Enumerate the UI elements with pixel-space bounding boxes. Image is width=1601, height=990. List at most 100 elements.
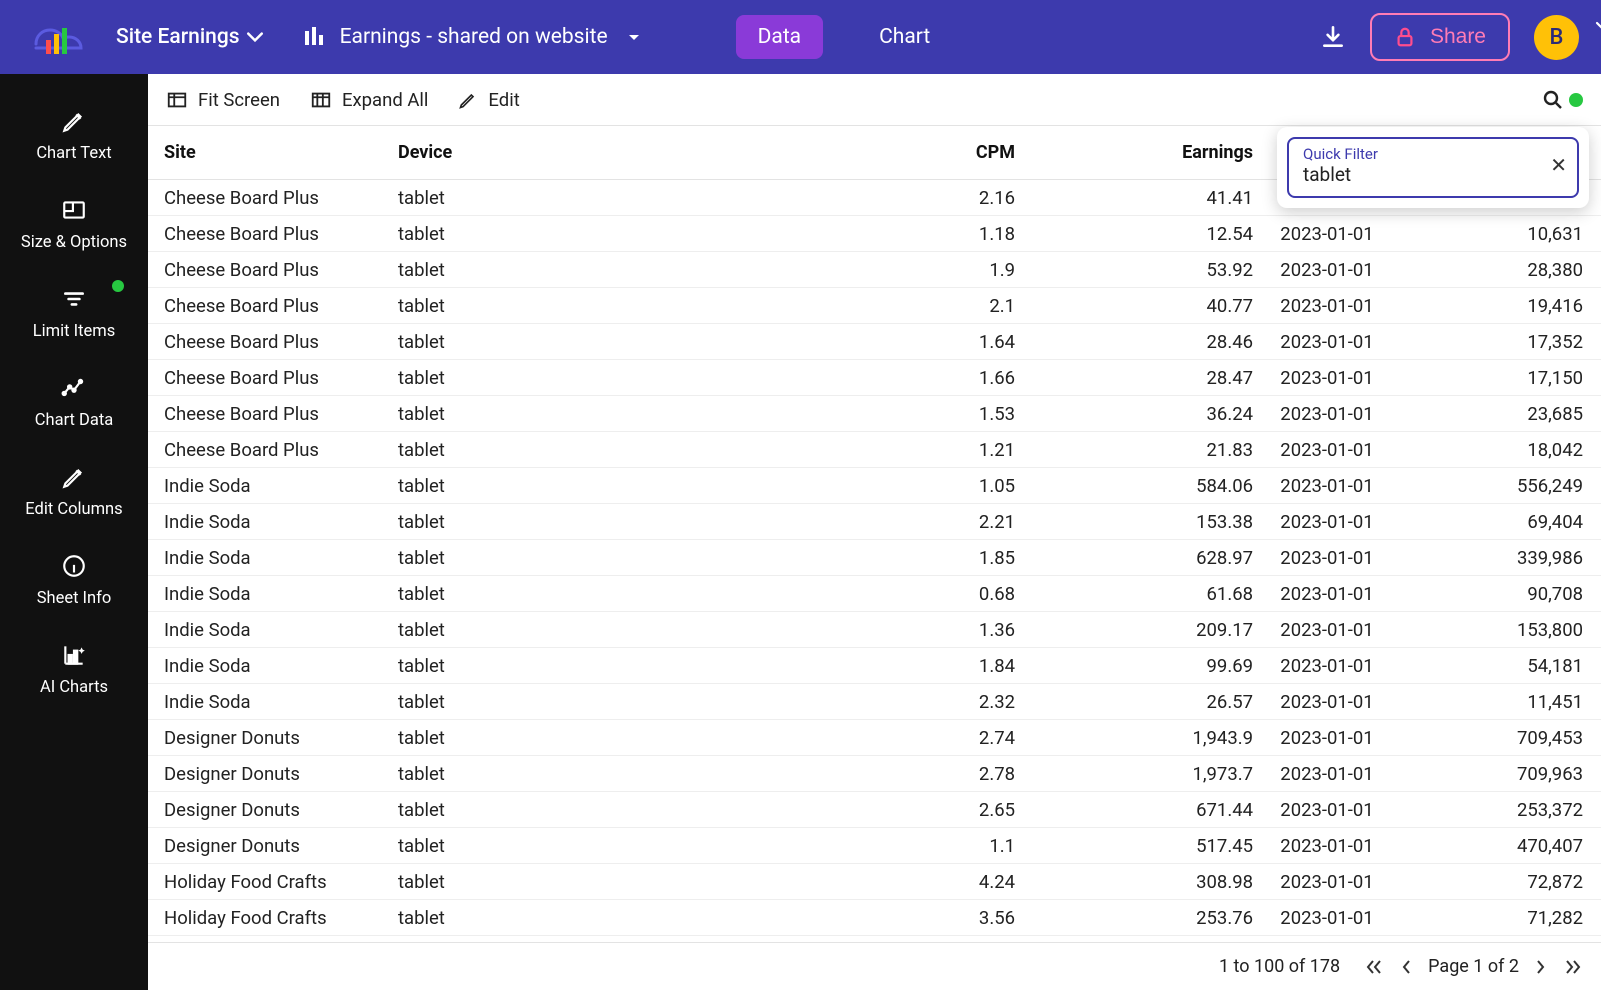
page-last-button[interactable] (1563, 957, 1583, 977)
cell-last: 339,986 (1401, 547, 1583, 569)
cell-earnings: 41.41 (1015, 187, 1253, 209)
table-row[interactable]: Cheese Board Plustablet1.6428.462023-01-… (148, 324, 1601, 360)
cell-date: 2023-01-01 (1253, 619, 1401, 641)
search-toggle[interactable] (1541, 88, 1583, 112)
table-fit-icon (166, 89, 188, 111)
table-row[interactable]: Designer Donutstablet2.781,973.72023-01-… (148, 756, 1601, 792)
pager-page: Page 1 of 2 (1428, 956, 1519, 977)
cell-date: 2023-01-01 (1253, 475, 1401, 497)
close-icon[interactable]: ✕ (1550, 153, 1567, 177)
pencil-icon (61, 106, 87, 136)
source-dropdown-label: Earnings - shared on website (340, 25, 608, 49)
cell-earnings: 308.98 (1015, 871, 1253, 893)
cell-date: 2023-01-01 (1253, 403, 1401, 425)
table-expand-icon (310, 89, 332, 111)
cell-date: 2023-01-01 (1253, 367, 1401, 389)
cell-device: tablet (398, 511, 732, 533)
fit-screen-label: Fit Screen (198, 89, 280, 111)
sidebar-item-label: Chart Data (35, 411, 113, 430)
quick-filter-panel: Quick Filter ✕ (1277, 127, 1589, 208)
pager-range: 1 to 100 of 178 (1219, 956, 1340, 977)
table-row[interactable]: Cheese Board Plustablet1.1812.542023-01-… (148, 216, 1601, 252)
edit-label: Edit (488, 89, 519, 111)
table-row[interactable]: Cheese Board Plustablet1.2121.832023-01-… (148, 432, 1601, 468)
tab-chart[interactable]: Chart (857, 15, 952, 59)
app-logo[interactable] (28, 16, 84, 58)
sidebar-item-chart-text[interactable]: Chart Text (0, 92, 148, 181)
cell-cpm: 1.05 (732, 475, 1015, 497)
cell-last: 17,352 (1401, 331, 1583, 353)
expand-all-label: Expand All (342, 89, 428, 111)
cell-earnings: 253.76 (1015, 907, 1253, 929)
table-row[interactable]: Indie Sodatablet2.3226.572023-01-0111,45… (148, 684, 1601, 720)
sidebar-item-limit-items[interactable]: Limit Items (0, 270, 148, 359)
cell-site: Indie Soda (164, 583, 398, 605)
chart-line-icon (60, 373, 88, 403)
cell-cpm: 1.64 (732, 331, 1015, 353)
sidebar-item-edit-columns[interactable]: Edit Columns (0, 448, 148, 537)
cell-date: 2023-01-01 (1253, 511, 1401, 533)
column-header-earnings[interactable]: Earnings (1015, 142, 1253, 163)
table-row[interactable]: Cheese Board Plustablet2.140.772023-01-0… (148, 288, 1601, 324)
site-dropdown-label: Site Earnings (116, 25, 240, 49)
tab-data[interactable]: Data (736, 15, 824, 59)
table-row[interactable]: Designer Donutstablet1.1517.452023-01-01… (148, 828, 1601, 864)
cell-site: Cheese Board Plus (164, 367, 398, 389)
table-row[interactable]: Cheese Board Plustablet1.5336.242023-01-… (148, 396, 1601, 432)
cell-device: tablet (398, 187, 732, 209)
cell-last: 71,282 (1401, 907, 1583, 929)
cell-last: 19,416 (1401, 295, 1583, 317)
table-row[interactable]: Holiday Food Craftstablet4.24308.982023-… (148, 864, 1601, 900)
cell-cpm: 2.78 (732, 763, 1015, 785)
pencil-icon (61, 462, 87, 492)
share-button[interactable]: Share (1370, 13, 1510, 61)
cell-site: Cheese Board Plus (164, 295, 398, 317)
download-icon[interactable] (1320, 24, 1346, 50)
table-row[interactable]: Cheese Board Plustablet1.6628.472023-01-… (148, 360, 1601, 396)
sidebar-item-ai-charts[interactable]: AI Charts (0, 626, 148, 715)
sidebar-item-sheet-info[interactable]: Sheet Info (0, 537, 148, 626)
cell-cpm: 1.9 (732, 259, 1015, 281)
cell-site: Cheese Board Plus (164, 259, 398, 281)
table-row[interactable]: Designer Donutstablet2.65671.442023-01-0… (148, 792, 1601, 828)
site-dropdown[interactable]: Site Earnings (116, 25, 264, 49)
logo-chevron-icon (1595, 18, 1601, 34)
column-header-device[interactable]: Device (398, 142, 732, 163)
page-next-button[interactable] (1533, 957, 1549, 977)
table-row[interactable]: Indie Sodatablet0.6861.682023-01-0190,70… (148, 576, 1601, 612)
expand-all-button[interactable]: Expand All (310, 89, 428, 111)
quick-filter-input[interactable] (1303, 163, 1533, 186)
column-header-cpm[interactable]: CPM (732, 142, 1015, 163)
cell-device: tablet (398, 547, 732, 569)
cell-cpm: 2.16 (732, 187, 1015, 209)
cell-date: 2023-01-01 (1253, 763, 1401, 785)
sidebar-item-chart-data[interactable]: Chart Data (0, 359, 148, 448)
cell-last: 11,451 (1401, 691, 1583, 713)
cell-site: Holiday Food Crafts (164, 907, 398, 929)
table-row[interactable]: Holiday Food Craftstablet3.56253.762023-… (148, 900, 1601, 936)
cell-cpm: 2.21 (732, 511, 1015, 533)
fit-screen-button[interactable]: Fit Screen (166, 89, 280, 111)
cell-cpm: 0.68 (732, 583, 1015, 605)
table-row[interactable]: Indie Sodatablet1.85628.972023-01-01339,… (148, 540, 1601, 576)
page-prev-button[interactable] (1398, 957, 1414, 977)
page-first-button[interactable] (1364, 957, 1384, 977)
table-row[interactable]: Cheese Board Plustablet1.953.922023-01-0… (148, 252, 1601, 288)
cell-last: 10,631 (1401, 223, 1583, 245)
cell-last: 470,407 (1401, 835, 1583, 857)
edit-button[interactable]: Edit (458, 89, 519, 111)
column-header-site[interactable]: Site (164, 142, 398, 163)
source-dropdown[interactable]: Earnings - shared on website (302, 25, 642, 49)
table-row[interactable]: Indie Sodatablet1.8499.692023-01-0154,18… (148, 648, 1601, 684)
table-body[interactable]: Cheese Board Plustablet2.1641.412023-01-… (148, 180, 1601, 942)
cell-last: 18,042 (1401, 439, 1583, 461)
avatar[interactable]: B (1534, 15, 1579, 60)
cell-date: 2023-01-01 (1253, 907, 1401, 929)
table-row[interactable]: Indie Sodatablet1.36209.172023-01-01153,… (148, 612, 1601, 648)
cell-site: Indie Soda (164, 619, 398, 641)
cell-earnings: 209.17 (1015, 619, 1253, 641)
sidebar-item-size-options[interactable]: Size & Options (0, 181, 148, 270)
table-row[interactable]: Indie Sodatablet1.05584.062023-01-01556,… (148, 468, 1601, 504)
table-row[interactable]: Indie Sodatablet2.21153.382023-01-0169,4… (148, 504, 1601, 540)
table-row[interactable]: Designer Donutstablet2.741,943.92023-01-… (148, 720, 1601, 756)
